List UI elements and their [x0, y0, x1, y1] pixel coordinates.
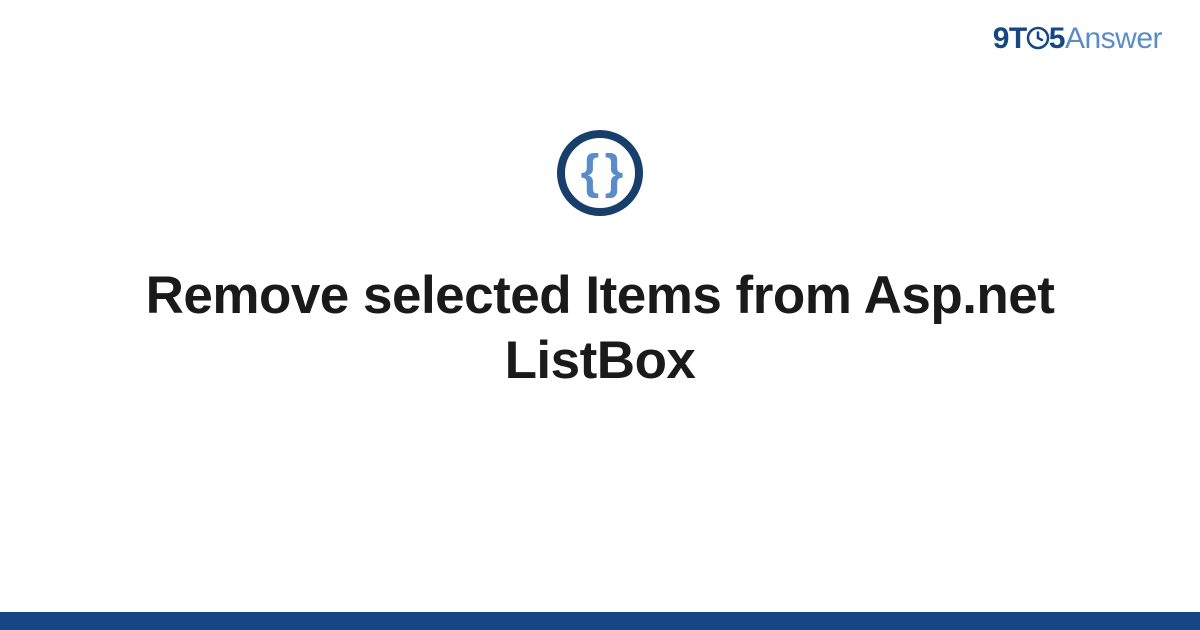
page-title: Remove selected Items from Asp.net ListB…	[100, 264, 1100, 393]
code-braces-icon: { }	[581, 149, 620, 197]
category-icon-circle: { }	[557, 130, 643, 216]
logo-text-5: 5	[1049, 22, 1065, 55]
logo-text-9t: 9T	[993, 22, 1027, 55]
logo-text-answer: Answer	[1065, 22, 1162, 55]
clock-icon	[1026, 26, 1050, 50]
main-content: { } Remove selected Items from Asp.net L…	[0, 130, 1200, 393]
site-logo: 9T 5Answer	[993, 22, 1162, 56]
footer-bar	[0, 612, 1200, 630]
